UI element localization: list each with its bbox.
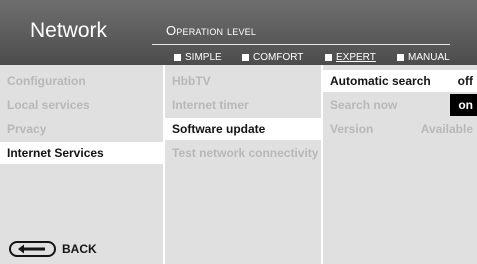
checkbox-icon [397, 53, 404, 61]
menu-item-label: Prvacy [7, 122, 47, 136]
setting-value-off: off [457, 74, 473, 88]
menu-item-label: Local services [7, 98, 90, 112]
level-option-expert[interactable]: EXPERT [325, 50, 376, 64]
back-arrow-icon [9, 241, 56, 257]
menu-item-label: Configuration [7, 74, 86, 88]
menu-item-software-update[interactable]: Software update [165, 118, 321, 140]
checkbox-icon [242, 53, 249, 61]
header-bar: Network Operation level SIMPLE COMFORT E… [0, 0, 477, 65]
back-button[interactable]: BACK [9, 241, 97, 257]
setting-search-now[interactable]: Search now on [323, 94, 477, 116]
menu-item-configuration[interactable]: Configuration [0, 70, 163, 92]
level-option-label: COMFORT [253, 51, 304, 63]
setting-automatic-search[interactable]: Automatic search off [323, 70, 477, 92]
level-option-simple[interactable]: SIMPLE [174, 50, 222, 64]
menu-item-internet-timer[interactable]: Internet timer [165, 94, 321, 116]
setting-label: Automatic search [330, 74, 431, 88]
checkbox-icon [325, 53, 332, 61]
level-option-label: SIMPLE [185, 51, 222, 63]
menu-item-test-network-connectivity[interactable]: Test network connectivity [165, 142, 321, 164]
menu-item-label: HbbTV [172, 74, 211, 88]
level-option-comfort[interactable]: COMFORT [242, 50, 303, 64]
operation-level-divider [152, 44, 450, 45]
setting-version[interactable]: Version Available [323, 118, 477, 140]
menu-item-label: Internet Services [7, 146, 104, 160]
menu-title: Network [30, 19, 108, 42]
setting-label: Version [330, 122, 374, 136]
level-option-manual[interactable]: MANUAL [397, 50, 450, 64]
setting-value-on: on [450, 94, 477, 116]
operation-level-options: SIMPLE COMFORT EXPERT MANUAL [0, 50, 477, 64]
menu-columns: Configuration Local services Prvacy Inte… [0, 65, 477, 264]
column-main-menu: Configuration Local services Prvacy Inte… [0, 65, 163, 264]
checkbox-icon [174, 53, 181, 61]
menu-item-label: Test network connectivity [172, 146, 319, 160]
back-label: BACK [62, 242, 97, 256]
menu-item-internet-services[interactable]: Internet Services [0, 142, 163, 164]
menu-item-label: Internet timer [172, 98, 249, 112]
column-settings: Automatic search off Search now on Versi… [323, 65, 477, 264]
level-option-label: MANUAL [408, 51, 450, 63]
operation-level-title: Operation level [166, 23, 257, 38]
setting-value-available: Available [420, 122, 473, 136]
menu-item-local-services[interactable]: Local services [0, 94, 163, 116]
setting-label: Search now [330, 98, 398, 112]
column-submenu: HbbTV Internet timer Software update Tes… [165, 65, 321, 264]
menu-item-hbbtv[interactable]: HbbTV [165, 70, 321, 92]
level-option-label: EXPERT [336, 51, 376, 63]
menu-item-label: Software update [172, 122, 266, 136]
menu-item-privacy[interactable]: Prvacy [0, 118, 163, 140]
